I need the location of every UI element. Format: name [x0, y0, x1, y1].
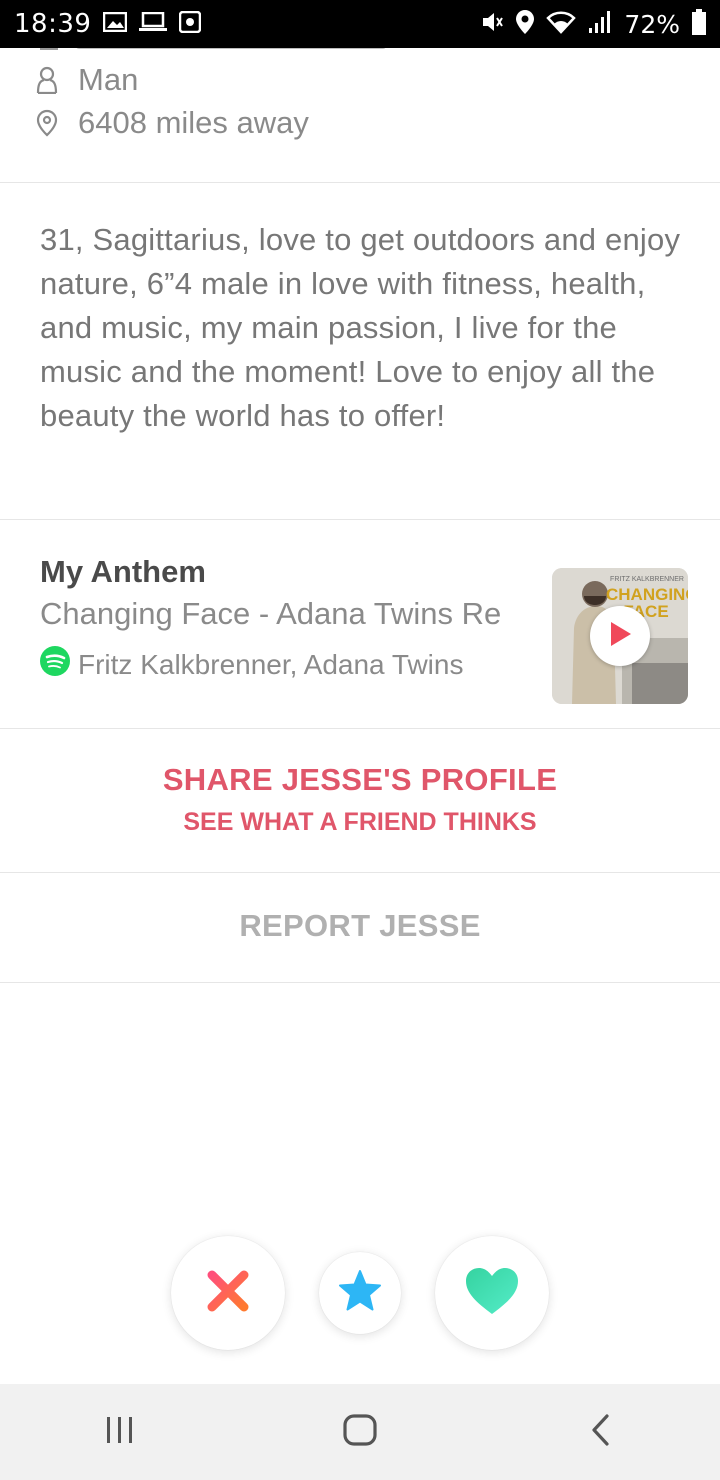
heart-icon: [464, 1266, 520, 1321]
system-nav-bar: [0, 1384, 720, 1480]
location-pin-icon: [34, 108, 60, 138]
divider: [0, 982, 720, 983]
home-icon: [343, 1413, 377, 1451]
profile-bio: 31, Sagittarius, love to get outdoors an…: [40, 222, 681, 433]
screen-record-icon: [179, 10, 202, 37]
mute-icon: [480, 10, 504, 38]
divider: [0, 872, 720, 873]
album-art-artist: FRITZ KALKBRENNER: [610, 576, 684, 583]
recent-apps-icon: [104, 1415, 136, 1450]
gender-text: Man: [78, 62, 139, 97]
album-art[interactable]: FRITZ KALKBRENNER CHANGING FACE: [552, 568, 688, 704]
like-button[interactable]: [435, 1236, 549, 1350]
home-button[interactable]: [300, 1384, 420, 1480]
battery-icon: [692, 9, 706, 39]
anthem-song[interactable]: Changing Face - Adana Twins Re: [40, 596, 555, 632]
recent-apps-button[interactable]: [60, 1384, 180, 1480]
status-bar: 18:39 72%: [0, 0, 720, 48]
person-icon: [34, 65, 60, 95]
image-icon: [103, 11, 128, 36]
location-icon: [516, 10, 535, 38]
report-button[interactable]: REPORT JESSE: [0, 908, 720, 944]
play-button[interactable]: [590, 606, 650, 666]
distance-row: 6408 miles away: [34, 105, 309, 141]
wifi-icon: [546, 10, 577, 38]
divider: [0, 182, 720, 183]
play-icon: [607, 620, 633, 653]
signal-icon: [588, 10, 612, 38]
super-like-button[interactable]: [319, 1252, 401, 1334]
anthem-artist: Fritz Kalkbrenner, Adana Twins: [78, 648, 464, 680]
share-profile-subtitle[interactable]: SEE WHAT A FRIEND THINKS: [0, 808, 720, 837]
status-time: 18:39: [14, 9, 92, 39]
distance-text: 6408 miles away: [78, 105, 309, 140]
battery-percent: 72%: [624, 9, 680, 39]
gender-row: Man: [34, 62, 138, 98]
share-profile-title[interactable]: SHARE JESSE'S PROFILE: [0, 762, 720, 798]
nope-button[interactable]: [171, 1236, 285, 1350]
laptop-icon: [139, 11, 168, 36]
spotify-icon: [40, 646, 70, 683]
share-profile-button[interactable]: [0, 729, 720, 872]
close-icon: [204, 1267, 252, 1320]
star-icon: [337, 1269, 383, 1318]
back-icon: [589, 1413, 611, 1452]
divider: [0, 519, 720, 520]
back-button[interactable]: [540, 1384, 660, 1480]
anthem-artist-row: Fritz Kalkbrenner, Adana Twins: [40, 646, 463, 683]
anthem-title: My Anthem: [40, 554, 206, 589]
